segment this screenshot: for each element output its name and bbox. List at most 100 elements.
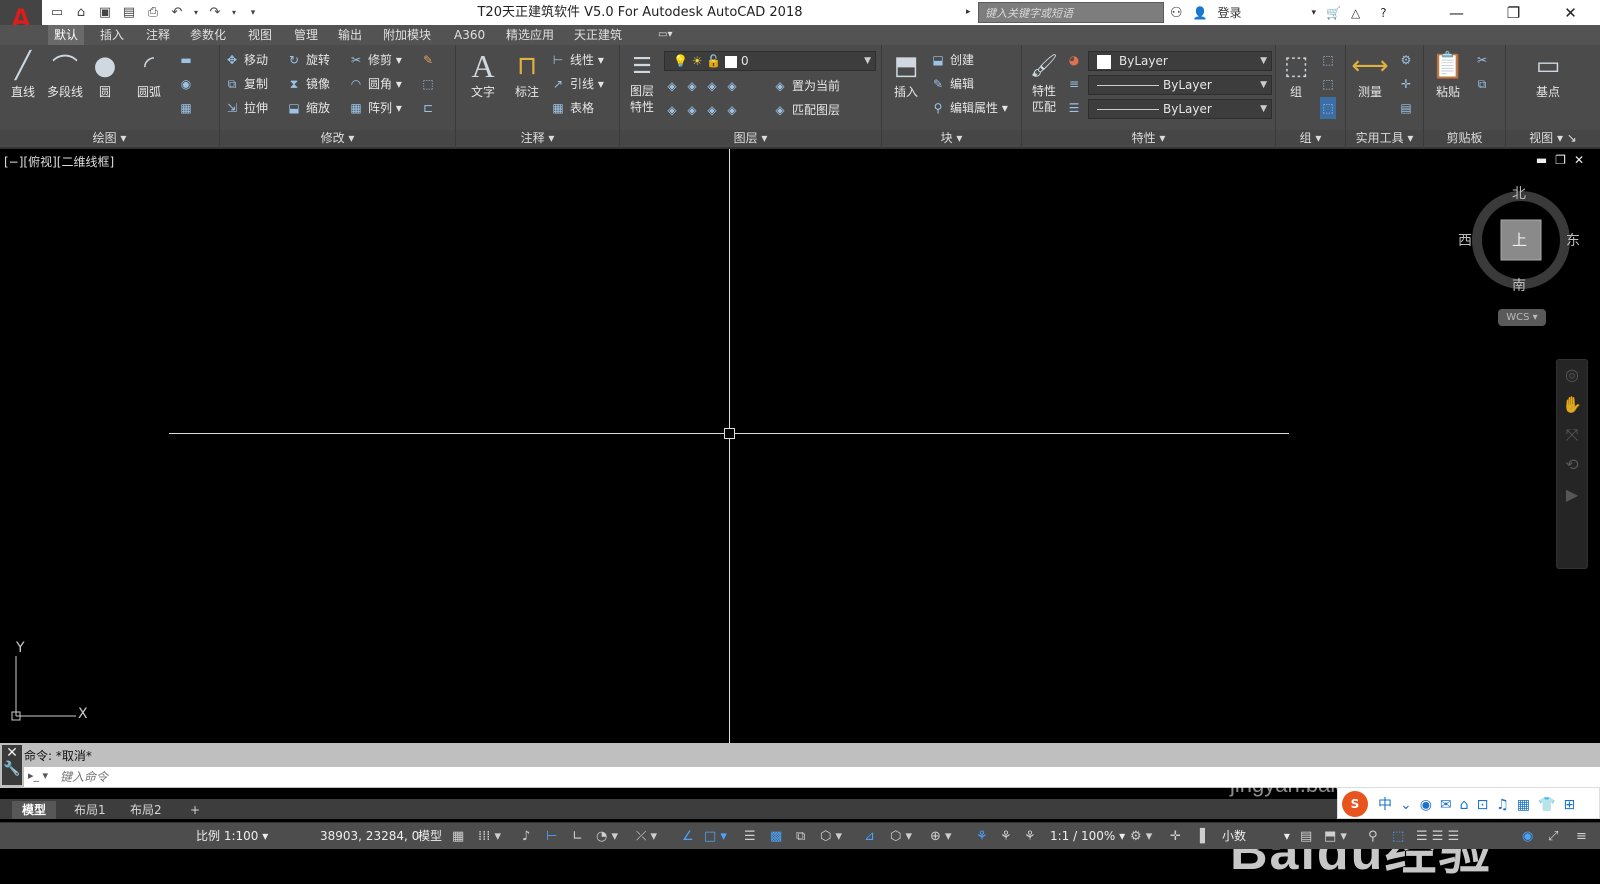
redo-dropdown-icon[interactable]: ▾	[230, 4, 238, 22]
edit-block-button[interactable]: ✎ 编辑	[930, 73, 974, 95]
binoculars-icon[interactable]: ⚇	[1170, 5, 1183, 21]
viewcube-face-top[interactable]: 上	[1512, 229, 1527, 250]
edit-attributes-button[interactable]: ⚲ 编辑属性 ▾	[930, 97, 1008, 119]
redo-icon[interactable]: ↷	[206, 4, 224, 22]
text-button[interactable]: A 文字	[460, 48, 506, 100]
circle-button[interactable]: ● 圆	[82, 49, 128, 100]
group-button[interactable]: ⬚ 组	[1278, 49, 1314, 100]
compass-east[interactable]: 东	[1566, 230, 1580, 250]
close-icon[interactable]: ✕	[1542, 0, 1599, 25]
viewport-minimize-icon[interactable]: ▬	[1536, 153, 1555, 167]
login-dropdown-icon[interactable]: ▾	[1312, 8, 1317, 18]
panel-title-layers[interactable]: 图层 ▾	[620, 130, 881, 146]
quick-properties-icon[interactable]: ▤	[1300, 823, 1312, 850]
search-input[interactable]: 键入关键字或短语	[978, 2, 1164, 23]
offset-button[interactable]: ⊏	[420, 97, 440, 119]
group-edit-icon[interactable]: ⬚	[1320, 73, 1340, 95]
tab-default[interactable]: 默认	[48, 25, 85, 45]
command-prompt-icon[interactable]: ▸_ ▾	[28, 769, 48, 782]
tab-a360[interactable]: A360	[448, 25, 491, 45]
linetype-dropdown[interactable]: ByLayer ▼	[1088, 75, 1272, 95]
selection-filter-icon[interactable]: ⬡ ▾	[890, 823, 912, 850]
open-file-icon[interactable]: ⌂	[72, 4, 90, 22]
units-dropdown[interactable]: 小数 ▾	[1222, 823, 1290, 850]
layout-tab-model[interactable]: 模型	[12, 801, 57, 819]
isodraft-icon[interactable]: ⤫ ▾	[636, 823, 657, 850]
customize-toolbar-icon[interactable]: ▾	[244, 4, 262, 22]
erase-button[interactable]: ✎	[420, 49, 440, 71]
tab-parametric[interactable]: 参数化	[184, 25, 232, 45]
transparency-icon[interactable]: ▩	[770, 823, 782, 850]
object-snap-tracking-icon[interactable]: ∠	[682, 823, 694, 850]
panel-title-draw[interactable]: 绘图 ▾	[0, 130, 219, 146]
tab-output[interactable]: 输出	[332, 25, 368, 45]
print-icon[interactable]: ⎙	[144, 4, 162, 22]
search-expand-icon[interactable]: ▸	[966, 2, 978, 23]
region-button[interactable]: ▦	[178, 97, 198, 119]
layer-off-icon[interactable]: ◈	[664, 75, 680, 97]
coordinates-readout[interactable]: 38903, 23284, 0	[320, 823, 419, 850]
snap-icon[interactable]: ⁞⁞⁞ ▾	[478, 823, 501, 850]
new-file-icon[interactable]: ▭	[48, 4, 66, 22]
tab-tangent[interactable]: 天正建筑	[568, 25, 628, 45]
undo-icon[interactable]: ↶	[168, 4, 186, 22]
point-icon[interactable]: ✛	[1398, 73, 1418, 95]
clean-screen-icon[interactable]: ☰ ☰ ☰	[1416, 823, 1459, 850]
panel-title-properties[interactable]: 特性 ▾	[1022, 130, 1275, 146]
scale-dropdown[interactable]: 比例 1:100 ▾	[196, 823, 268, 850]
compass-north[interactable]: 北	[1512, 183, 1526, 203]
viewport-controls-label[interactable]: [−][俯视][二维线框]	[4, 153, 114, 170]
tab-insert[interactable]: 插入	[94, 25, 130, 45]
copy-clip-icon[interactable]: ⧉	[1474, 73, 1494, 95]
tab-manage[interactable]: 管理	[288, 25, 324, 45]
compass-west[interactable]: 西	[1458, 230, 1472, 250]
rotate-button[interactable]: ↻ 旋转	[286, 49, 330, 71]
layer-dropdown[interactable]: 💡 ☀ 🔓 0 ▼	[664, 51, 876, 71]
annotation-scale-icon[interactable]: ⚘	[1024, 823, 1036, 850]
steering-wheel-icon[interactable]: ◎	[1557, 360, 1587, 390]
lock-ui-icon[interactable]: ⬒ ▾	[1324, 823, 1347, 850]
move-button[interactable]: ✥ 移动	[224, 49, 268, 71]
add-layout-icon[interactable]: +	[180, 801, 210, 819]
panel-title-annotation[interactable]: 注释 ▾	[456, 130, 619, 146]
cut-icon[interactable]: ✂	[1474, 49, 1494, 71]
object-snap-icon[interactable]: □ ▾	[704, 823, 727, 850]
array-button[interactable]: ▦ 阵列 ▾	[348, 97, 402, 119]
calculator-icon[interactable]: ▤	[1398, 97, 1418, 119]
hatch-button[interactable]: ◉	[178, 73, 198, 95]
tab-featured-apps[interactable]: 精选应用	[500, 25, 560, 45]
lineweight-dropdown[interactable]: ByLayer ▼	[1088, 99, 1272, 119]
fullscreen-icon[interactable]: ⤢	[1548, 823, 1558, 850]
wcs-menu[interactable]: WCS ▾	[1498, 309, 1546, 326]
ungroup-icon[interactable]: ⬚	[1320, 49, 1340, 71]
layer-lock-icon[interactable]: ◈	[724, 75, 740, 97]
base-view-button[interactable]: ▭ 基点	[1526, 49, 1570, 100]
insert-block-button[interactable]: ⬒ 插入	[886, 49, 926, 100]
match-layer-button[interactable]: ◈ 匹配图层	[772, 99, 840, 121]
undo-dropdown-icon[interactable]: ▾	[192, 4, 200, 22]
compass-south[interactable]: 南	[1512, 275, 1526, 295]
command-close-icon[interactable]: ✕ 🔧	[2, 745, 22, 785]
panel-title-block[interactable]: 块 ▾	[882, 130, 1021, 146]
tab-addins[interactable]: 附加模块	[377, 25, 437, 45]
panel-title-modify[interactable]: 修改 ▾	[220, 130, 455, 146]
ribbon-minimize-icon[interactable]: ▭▾	[652, 25, 678, 45]
trim-button[interactable]: ✂ 修剪 ▾	[348, 49, 402, 71]
table-button[interactable]: ▦ 表格	[550, 97, 594, 119]
layer-unlock-icon[interactable]: ◈	[724, 99, 740, 121]
showmotion-icon[interactable]: ▶	[1557, 480, 1587, 510]
viewport-restore-icon[interactable]: ❐	[1555, 153, 1574, 167]
annotation-monitor-icon[interactable]: ✛	[1170, 823, 1181, 850]
dimension-button[interactable]: ⊓ 标注	[504, 49, 550, 100]
layer-thaw-icon[interactable]: ◈	[704, 99, 720, 121]
layout-tab-1[interactable]: 布局1	[64, 801, 116, 819]
layer-on-icon[interactable]: ◈	[664, 99, 680, 121]
layer-unisolate-icon[interactable]: ◈	[684, 99, 700, 121]
gizmo-icon[interactable]: ⊕ ▾	[930, 823, 952, 850]
copy-button[interactable]: ⧉ 复制	[224, 73, 268, 95]
save-icon[interactable]: ▣	[96, 4, 114, 22]
scale-button[interactable]: ⬓ 缩放	[286, 97, 330, 119]
mirror-button[interactable]: ⧗ 镜像	[286, 73, 330, 95]
panel-title-clipboard[interactable]: 剪贴板	[1424, 130, 1505, 146]
set-current-button[interactable]: ◈ 置为当前	[772, 75, 840, 97]
